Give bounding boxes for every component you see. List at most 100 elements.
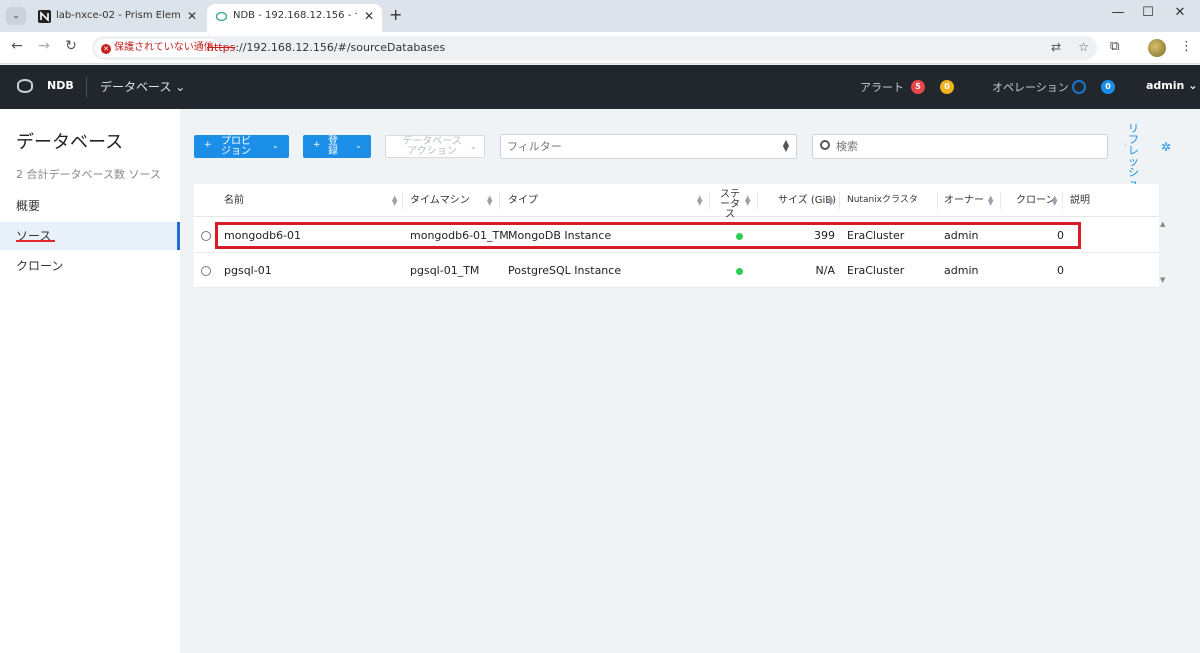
sort-icon[interactable]: ▲ ▼ [988, 195, 993, 207]
gear-icon[interactable]: ✲ [1161, 140, 1171, 154]
filter-input[interactable] [507, 136, 767, 157]
security-chip[interactable]: ✕ 保護されていない通信 [95, 39, 220, 57]
column-header-owner[interactable]: オーナー [944, 184, 984, 217]
sort-icon[interactable]: ▲ ▼ [697, 195, 702, 207]
new-tab-button[interactable]: + [389, 5, 402, 24]
chevron-down-icon: ⌄ [470, 142, 477, 151]
database-icon [215, 11, 228, 22]
user-menu[interactable]: admin ⌄ [1146, 79, 1197, 92]
cell-type: PostgreSQL Instance [508, 264, 622, 277]
divider [839, 192, 840, 209]
bookmark-star-icon[interactable]: ☆ [1078, 40, 1089, 54]
operations-progress-icon [1072, 80, 1086, 94]
select-arrows-icon: ▲ ▼ [782, 138, 789, 153]
divider [499, 192, 500, 209]
filter-select[interactable]: ▲▼ [500, 134, 797, 159]
row-select-radio[interactable] [201, 231, 211, 241]
operations-badge[interactable]: 0 [1101, 80, 1115, 94]
divider [86, 77, 87, 97]
alert-warning-badge[interactable]: 0 [940, 80, 954, 94]
column-header-status[interactable]: ステータス [717, 184, 743, 220]
status-ready-dot [736, 268, 743, 275]
table-header: 名前 ▲ ▼ タイムマシン ▲ ▼ タイプ ▲ ▼ ステータス ▲ ▼ サイズ (GiB… [194, 184, 1159, 220]
tab-search-icon[interactable]: ⌄ [6, 7, 26, 25]
search-box[interactable] [812, 134, 1108, 159]
app-header: NDB データベース ⌄ アラート 5 0 オペレーション 0 admin ⌄ [0, 65, 1200, 109]
refresh-icon: ◦ [1123, 141, 1128, 150]
sort-icon[interactable]: ▲ ▼ [745, 195, 750, 207]
tab-title: lab-nxce-02 - Prism Element [56, 10, 180, 21]
cell-clones: 0 [1057, 264, 1064, 277]
column-header-description[interactable]: 説明 [1070, 184, 1090, 217]
annotation-highlight-box [215, 222, 1081, 249]
register-button[interactable]: + 登録 ⌄ [303, 135, 371, 158]
minimize-button[interactable]: — [1108, 5, 1128, 20]
profile-avatar-icon[interactable] [1148, 39, 1166, 57]
address-bar: ← → ↻ ✕ 保護されていない通信 https://192.168.12.156… [0, 32, 1200, 64]
alerts-label[interactable]: アラート [860, 79, 904, 95]
page-title: データベース [16, 132, 124, 153]
divider [1000, 192, 1001, 209]
row-select-radio[interactable] [201, 266, 211, 276]
browser-tab-prism[interactable]: lab-nxce-02 - Prism Element ✕ [30, 4, 205, 32]
translate-icon[interactable]: ⇄ [1051, 40, 1061, 54]
sidebar-item-sources[interactable]: ソース [0, 222, 180, 250]
url-text[interactable]: https://192.168.12.156/#/sourceDatabases [207, 36, 445, 60]
reload-icon[interactable]: ↻ [62, 38, 80, 54]
divider [402, 192, 403, 209]
tab-title: NDB - 192.168.12.156 - データベ… [233, 10, 357, 21]
table-row[interactable]: pgsql-01 pgsql-01_TM PostgreSQL Instance… [194, 253, 1159, 288]
database-count: 2 合計データベース数 ソース [16, 168, 161, 181]
forward-icon[interactable]: → [35, 38, 53, 54]
cell-size: N/A [815, 264, 835, 277]
sort-icon[interactable]: ▲ ▼ [1052, 195, 1057, 207]
database-menu[interactable]: データベース ⌄ [100, 78, 185, 95]
browser-tab-strip: ⌄ lab-nxce-02 - Prism Element ✕ NDB - 19… [0, 0, 1200, 32]
divider [709, 192, 710, 209]
annotation-underline [16, 240, 55, 242]
column-header-type[interactable]: タイプ [508, 184, 538, 217]
scroll-up-arrow[interactable]: ▲ [1160, 220, 1165, 228]
extensions-icon[interactable]: ⧉ [1110, 39, 1119, 54]
cell-time-machine[interactable]: pgsql-01_TM [410, 253, 479, 288]
browser-tab-ndb[interactable]: NDB - 192.168.12.156 - データベ… ✕ [207, 4, 382, 32]
close-tab-icon[interactable]: ✕ [187, 4, 197, 28]
alert-critical-badge[interactable]: 5 [911, 80, 925, 94]
cell-owner: admin [944, 264, 979, 277]
window-close-button[interactable]: ✕ [1170, 5, 1190, 20]
sort-icon[interactable]: ▲ ▼ [487, 195, 492, 207]
database-actions-button[interactable]: データベース アクション ⌄ [385, 135, 485, 158]
app-name[interactable]: NDB [47, 79, 74, 92]
column-header-cluster[interactable]: Nutanixクラスタ [847, 184, 918, 217]
scroll-down-arrow[interactable]: ▼ [1160, 276, 1165, 284]
cell-cluster[interactable]: EraCluster [847, 253, 904, 288]
divider [937, 192, 938, 209]
close-tab-icon[interactable]: ✕ [364, 4, 374, 28]
operations-label[interactable]: オペレーション [992, 79, 1069, 95]
sidebar: データベース 2 合計データベース数 ソース 概要 ソース クローン [0, 109, 180, 653]
column-header-name[interactable]: 名前 [224, 184, 244, 217]
sort-icon[interactable]: ▲ ▼ [828, 195, 833, 207]
sidebar-item-clones[interactable]: クローン [0, 252, 180, 280]
maximize-button[interactable]: ☐ [1138, 5, 1158, 20]
sort-icon[interactable]: ▲ ▼ [392, 195, 397, 207]
search-input[interactable] [836, 136, 1096, 157]
provision-button[interactable]: + プロビジョン ⌄ [194, 135, 289, 158]
divider [757, 192, 758, 209]
sidebar-item-overview[interactable]: 概要 [0, 192, 180, 220]
column-header-time-machine[interactable]: タイムマシン [410, 184, 470, 217]
plus-icon: + [204, 140, 212, 150]
chevron-down-icon: ⌄ [272, 141, 279, 150]
divider [1062, 192, 1063, 209]
omnibox[interactable]: ✕ 保護されていない通信 https://192.168.12.156/#/sou… [92, 36, 1097, 60]
warning-icon: ✕ [101, 44, 111, 54]
plus-icon: + [313, 140, 321, 150]
cell-name[interactable]: pgsql-01 [224, 253, 272, 288]
refresh-link[interactable]: リフレッシュ [1128, 123, 1142, 189]
back-icon[interactable]: ← [8, 38, 26, 54]
search-icon [820, 140, 830, 150]
browser-menu-icon[interactable]: ⋮ [1180, 39, 1193, 54]
chevron-down-icon: ⌄ [355, 141, 362, 150]
nutanix-icon [38, 10, 51, 23]
column-header-clones[interactable]: クローン [1016, 184, 1056, 217]
